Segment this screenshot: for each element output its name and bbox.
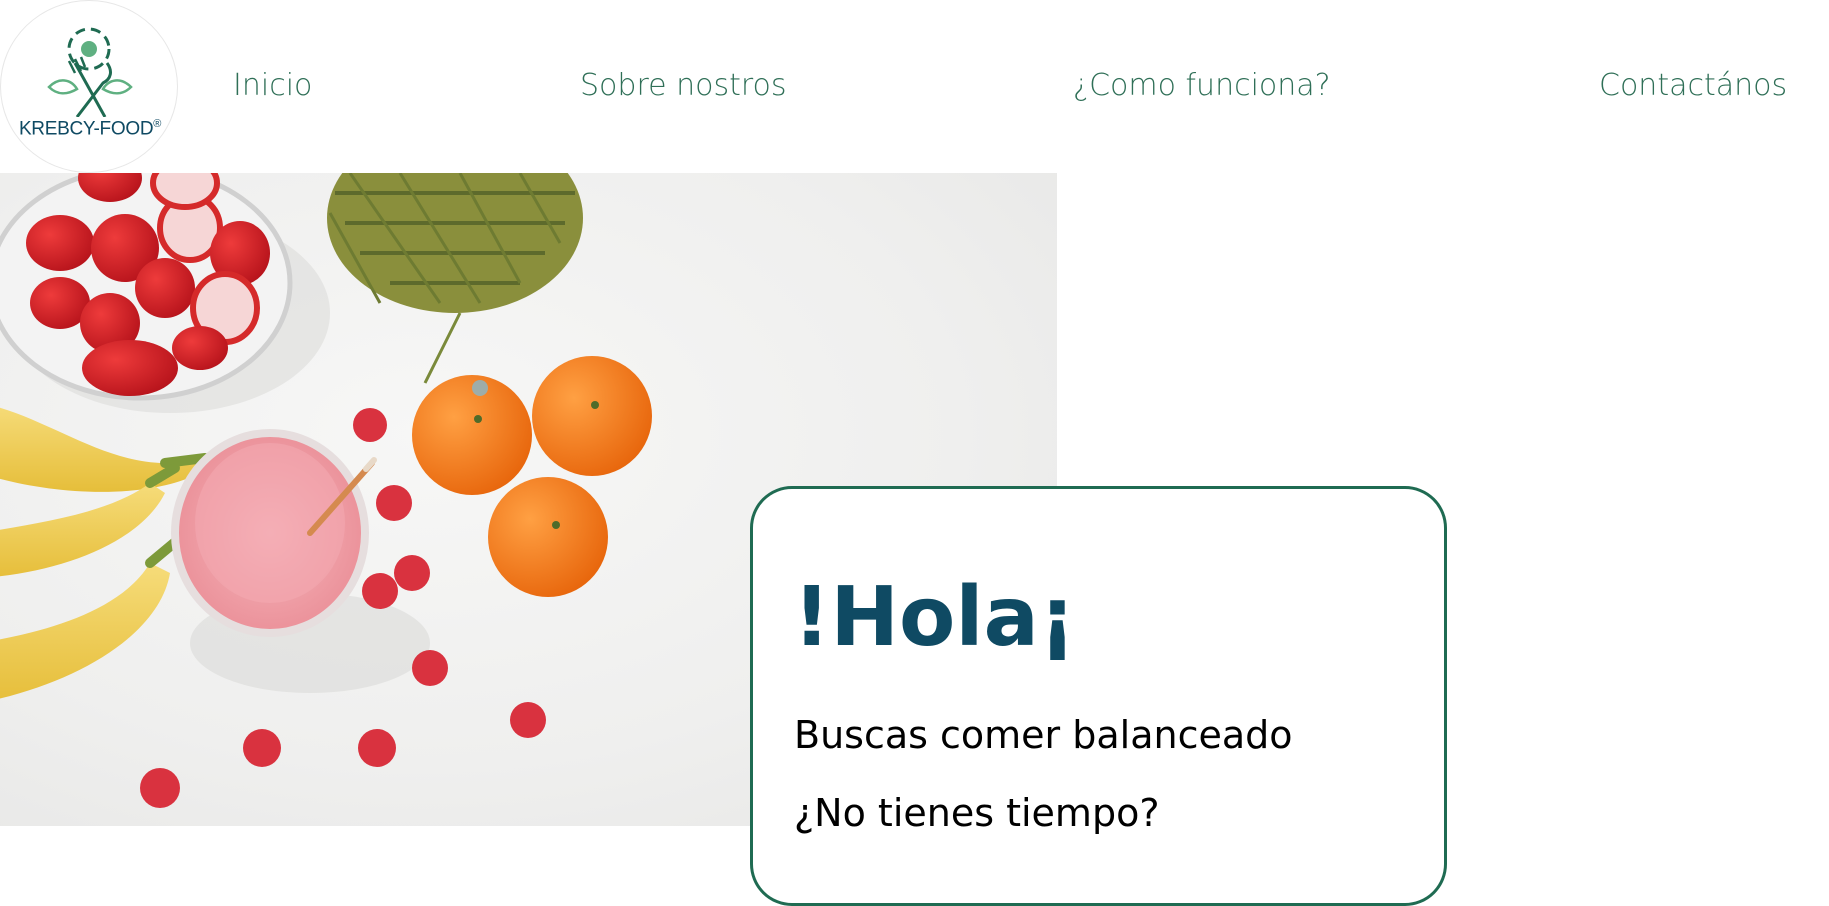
registered-mark: ® bbox=[153, 118, 162, 130]
welcome-title: !Hola¡ bbox=[793, 570, 1077, 665]
nav-como-funciona[interactable]: ¿Como funciona? bbox=[1073, 68, 1331, 103]
site-header: KREBCY-FOOD® Inicio Sobre nostros ¿Como … bbox=[0, 0, 1829, 173]
welcome-card: !Hola¡ Buscas comer balanceado ¿No tiene… bbox=[750, 486, 1447, 906]
fork-knife-logo-icon bbox=[47, 27, 133, 117]
brand-logo[interactable]: KREBCY-FOOD® bbox=[0, 0, 178, 173]
welcome-line-1: Buscas comer balanceado bbox=[794, 713, 1293, 757]
nav-sobre-nosotros[interactable]: Sobre nostros bbox=[580, 68, 787, 103]
oranges bbox=[412, 356, 652, 597]
nav-contactanos[interactable]: Contactános bbox=[1599, 68, 1787, 103]
brand-name: KREBCY-FOOD® bbox=[1, 118, 177, 140]
nav-inicio[interactable]: Inicio bbox=[233, 68, 312, 103]
pineapple bbox=[327, 173, 583, 384]
welcome-line-2: ¿No tienes tiempo? bbox=[794, 791, 1160, 835]
brand-name-text: KREBCY-FOOD bbox=[18, 118, 154, 140]
